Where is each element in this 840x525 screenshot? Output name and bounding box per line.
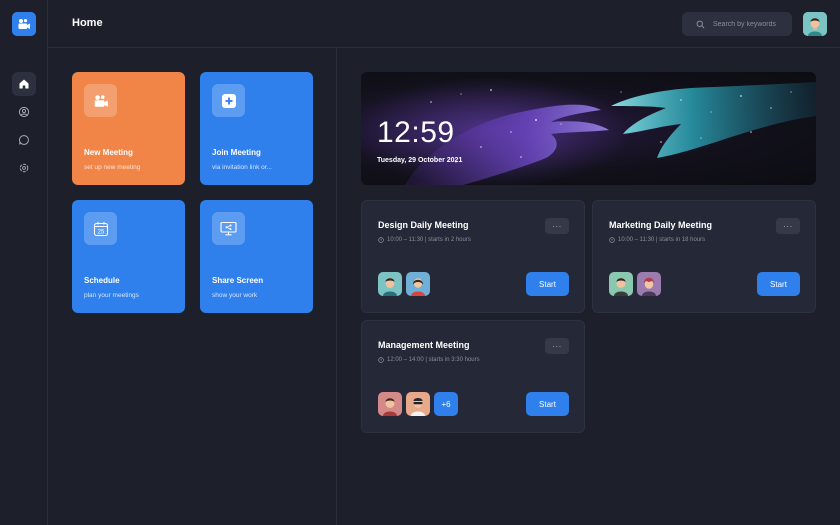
meeting-time: 10:00 – 11:30 | starts in 2 hours — [378, 237, 471, 243]
participant-avatar — [378, 272, 402, 296]
start-meeting-button[interactable]: Start — [757, 272, 800, 296]
participants: +6 — [378, 392, 458, 416]
participants — [378, 272, 434, 296]
avatar-image — [803, 12, 827, 36]
tile-title: New Meeting — [84, 148, 133, 157]
participant-avatar — [378, 392, 402, 416]
tile-subtitle: show your work — [212, 292, 258, 299]
sidebar — [0, 0, 48, 525]
app-logo[interactable] — [12, 12, 36, 36]
more-options-button[interactable]: ··· — [545, 338, 569, 354]
sidebar-item-profile[interactable] — [12, 100, 36, 124]
clock-date: Tuesday, 29 October 2021 — [377, 157, 463, 164]
start-meeting-button[interactable]: Start — [526, 272, 569, 296]
avatar-image — [609, 272, 633, 296]
sidebar-item-settings[interactable] — [12, 156, 36, 180]
share-screen-tile[interactable]: Share Screen show your work — [200, 200, 313, 313]
clock-icon — [378, 357, 384, 363]
calendar-day: 25 — [97, 229, 104, 235]
tile-icon-box: 25 — [84, 212, 117, 245]
avatar-image — [378, 272, 402, 296]
participant-avatar — [637, 272, 661, 296]
meeting-card: Marketing Daily Meeting 10:00 – 11:30 | … — [592, 200, 816, 313]
tile-icon-box — [212, 212, 245, 245]
search-icon — [696, 20, 705, 28]
tile-title: Join Meeting — [212, 148, 261, 157]
clock-time: 12:59 — [377, 116, 455, 149]
sidebar-item-home[interactable] — [12, 72, 36, 96]
more-options-button[interactable]: ··· — [545, 218, 569, 234]
tile-icon-box — [212, 84, 245, 117]
tile-subtitle: via invitation link or... — [212, 164, 272, 171]
tile-subtitle: set up new meeting — [84, 164, 141, 171]
avatar-image — [637, 272, 661, 296]
more-options-button[interactable]: ··· — [776, 218, 800, 234]
monitor-share-icon — [220, 221, 237, 236]
tile-title: Share Screen — [212, 276, 264, 285]
settings-icon — [19, 163, 29, 173]
meeting-title: Design Daily Meeting — [378, 220, 469, 230]
clock-icon — [609, 237, 615, 243]
meeting-title: Marketing Daily Meeting — [609, 220, 713, 230]
chat-icon — [19, 135, 29, 145]
search-input[interactable] — [713, 20, 791, 28]
participants — [609, 272, 665, 296]
tile-title: Schedule — [84, 276, 120, 285]
more-participants-count[interactable]: +6 — [434, 392, 458, 416]
join-meeting-tile[interactable]: Join Meeting via invitation link or... — [200, 72, 313, 185]
participant-avatar — [609, 272, 633, 296]
user-avatar[interactable] — [803, 12, 827, 36]
new-meeting-tile[interactable]: New Meeting set up new meeting — [72, 72, 185, 185]
start-meeting-button[interactable]: Start — [526, 392, 569, 416]
video-camera-icon — [94, 94, 108, 107]
calendar-icon: 25 — [93, 221, 108, 236]
tile-icon-box — [84, 84, 117, 117]
tile-subtitle: plan your meetings — [84, 292, 139, 299]
clock-icon — [378, 237, 384, 243]
meeting-time: 12:00 – 14:00 | starts in 3:30 hours — [378, 357, 480, 363]
meeting-time-text: 12:00 – 14:00 | starts in 3:30 hours — [387, 357, 480, 363]
meeting-time-text: 10:00 – 11:30 | starts in 18 hours — [618, 237, 706, 243]
meeting-time: 10:00 – 11:30 | starts in 18 hours — [609, 237, 705, 243]
avatar-image — [378, 392, 402, 416]
meeting-card: Management Meeting 12:00 – 14:00 | start… — [361, 320, 585, 433]
avatar-image — [406, 272, 430, 296]
meeting-card: Design Daily Meeting 10:00 – 11:30 | sta… — [361, 200, 585, 313]
meeting-title: Management Meeting — [378, 340, 470, 350]
participant-avatar — [406, 272, 430, 296]
plus-icon — [221, 93, 236, 108]
home-icon — [19, 79, 29, 89]
avatar-image — [406, 392, 430, 416]
content-divider — [336, 48, 337, 525]
participant-avatar — [406, 392, 430, 416]
page-title: Home — [72, 17, 103, 29]
top-header: Home — [48, 0, 840, 48]
clock-banner: 12:59 Tuesday, 29 October 2021 — [361, 72, 816, 185]
sidebar-item-chat[interactable] — [12, 128, 36, 152]
search-box[interactable] — [682, 12, 792, 36]
schedule-tile[interactable]: 25 Schedule plan your meetings — [72, 200, 185, 313]
user-icon — [18, 106, 30, 118]
meeting-time-text: 10:00 – 11:30 | starts in 2 hours — [387, 237, 471, 243]
video-camera-icon — [18, 19, 30, 29]
